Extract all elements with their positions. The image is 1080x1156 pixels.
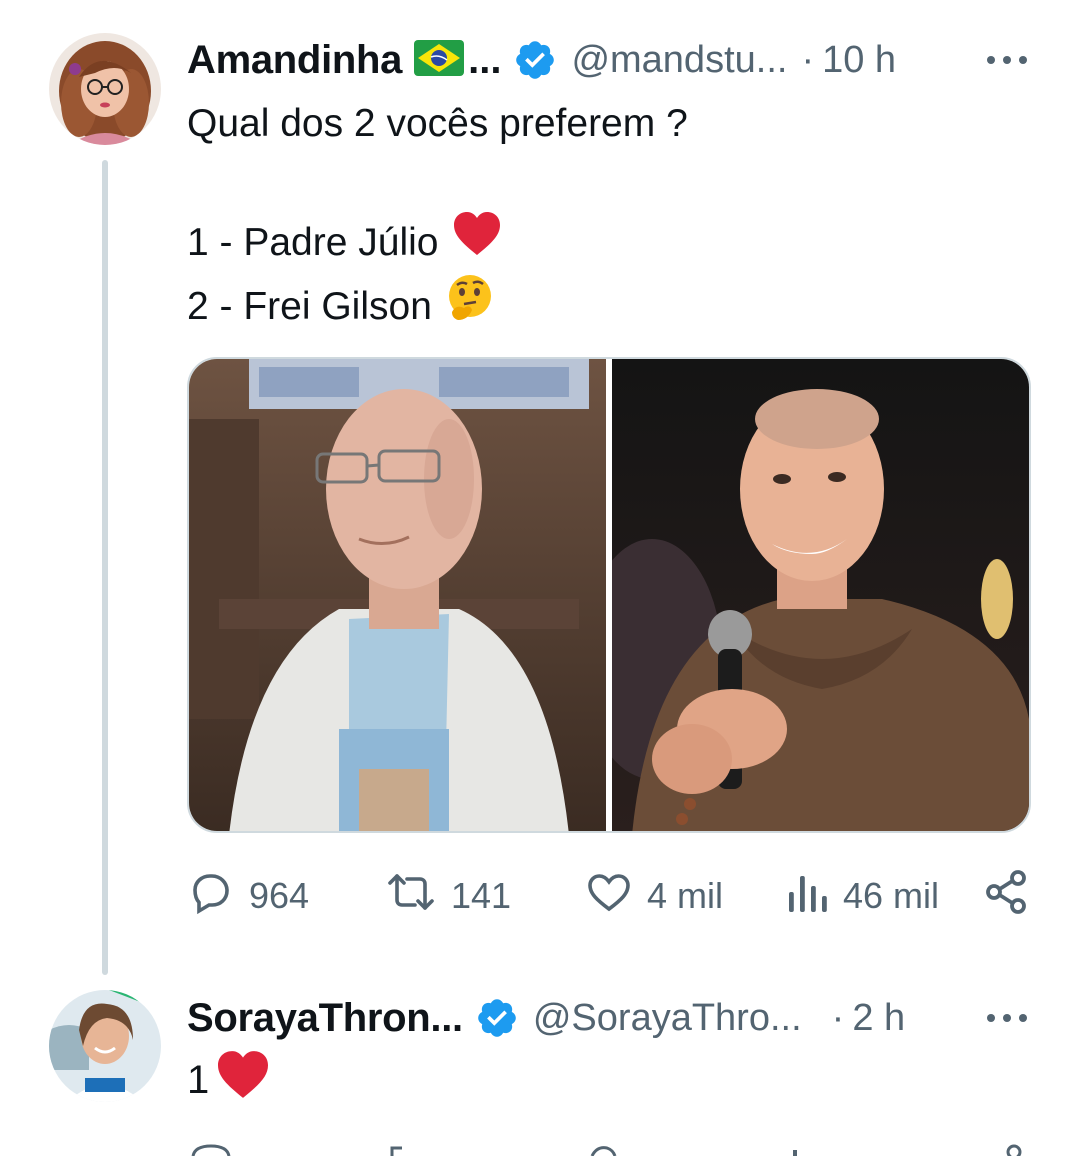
retweet-count: 141 <box>451 875 512 916</box>
timestamp[interactable]: 10 h <box>822 39 896 82</box>
red-heart-icon <box>452 211 502 274</box>
reply-timestamp[interactable]: 2 h <box>852 997 905 1040</box>
tweet-action-bar: 964 141 4 mil 46 mil <box>187 868 1032 924</box>
photo-frei-gilson[interactable] <box>612 359 1029 831</box>
reply-action-bar-partial <box>187 1140 1032 1156</box>
retweet-button[interactable]: 141 <box>385 868 511 924</box>
name-truncation: ... <box>468 37 502 82</box>
reply-text: 1 <box>187 1050 271 1110</box>
reply-display-name[interactable]: SorayaThron... <box>187 996 463 1041</box>
separator-dot: · <box>801 38 815 81</box>
thread-connector-line <box>102 160 108 975</box>
reply-icon <box>187 868 235 925</box>
reply-button[interactable]: 964 <box>187 868 309 924</box>
like-count: 4 mil <box>647 875 724 916</box>
poll-option-1: 1 - Padre Júlio <box>187 211 688 274</box>
views-bar-chart-icon <box>787 868 829 925</box>
handle[interactable]: @mandstu... <box>571 39 787 82</box>
retweet-icon <box>385 868 437 925</box>
reply-verified-badge-icon <box>475 996 519 1040</box>
reply-separator-dot: · <box>831 996 845 1039</box>
reply-text-content: 1 <box>187 1057 210 1102</box>
views-count: 46 mil <box>843 875 940 916</box>
tweet-media[interactable] <box>187 357 1031 833</box>
share-button[interactable] <box>984 868 1028 924</box>
tweet-header: Amandinha ... @mandstu... · 10 h <box>187 35 896 85</box>
share-icon <box>984 868 1028 925</box>
reply-count: 964 <box>249 875 310 916</box>
like-heart-icon <box>585 868 633 925</box>
tweet-text: Qual dos 2 vocês preferem ? 1 - Padre Jú… <box>187 95 688 339</box>
more-options-icon[interactable] <box>985 53 1029 67</box>
brazil-flag-icon <box>414 39 465 81</box>
verified-badge-icon <box>513 38 557 82</box>
like-button[interactable]: 4 mil <box>585 868 723 924</box>
reply-red-heart-icon <box>215 1050 271 1110</box>
option-2-text: 2 - Frei Gilson <box>187 284 432 328</box>
views-button[interactable]: 46 mil <box>787 868 939 924</box>
reply-header: SorayaThron... @SorayaThro... · 2 h <box>187 993 905 1043</box>
tweet-text-line: Qual dos 2 vocês preferem ? <box>187 102 688 145</box>
thinking-face-icon <box>446 274 494 339</box>
reply-more-options-icon[interactable] <box>985 1011 1029 1025</box>
reply-avatar[interactable] <box>49 990 161 1102</box>
display-name[interactable]: Amandinha <box>187 38 402 83</box>
option-1-text: 1 - Padre Júlio <box>187 220 439 264</box>
avatar[interactable] <box>49 33 161 145</box>
poll-option-2: 2 - Frei Gilson <box>187 274 688 339</box>
photo-padre-julio[interactable] <box>189 359 606 831</box>
reply-handle[interactable]: @SorayaThro... <box>533 997 802 1040</box>
